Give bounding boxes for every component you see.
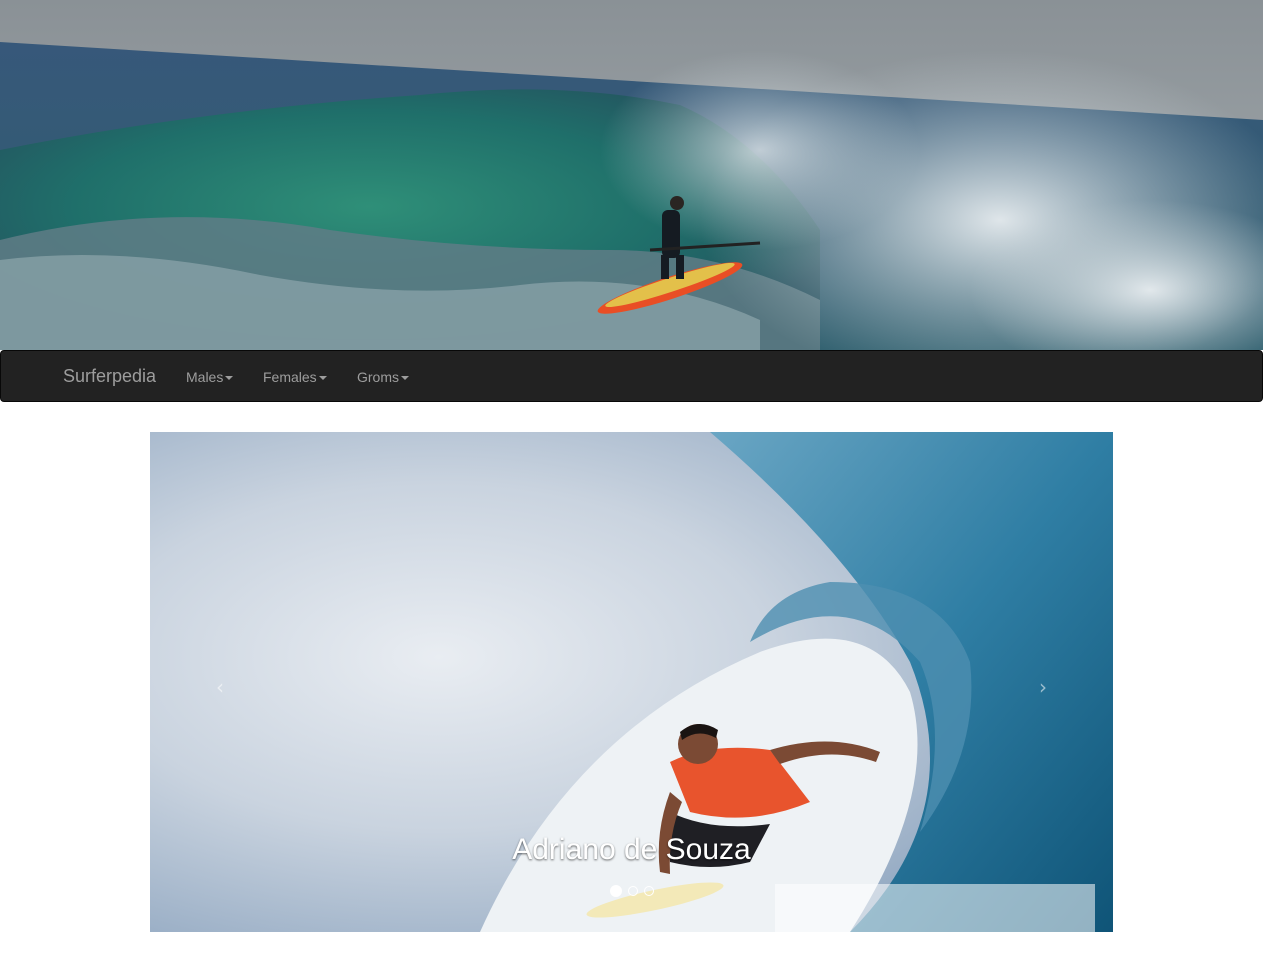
carousel-indicator-2[interactable]	[627, 886, 638, 896]
wave-photo	[0, 0, 1263, 350]
caret-down-icon	[401, 376, 409, 381]
caret-down-icon	[225, 376, 234, 381]
nav-item-label: Males	[186, 369, 224, 385]
top-navbar: Surferpedia Males Females Groms	[0, 350, 1263, 402]
nav-dropdown-females[interactable]: Females	[263, 368, 327, 386]
carousel-indicators	[150, 885, 1113, 897]
carousel-caption: Adriano de Souza	[512, 833, 751, 866]
carousel-indicator-3[interactable]	[643, 886, 654, 896]
header-banner-image	[0, 0, 1263, 350]
chevron-right-icon: ›	[1039, 675, 1047, 699]
chevron-left-icon: ‹	[216, 675, 224, 699]
nav-item-label: Females	[263, 369, 317, 385]
surfer-carousel: ‹ › Adriano de Souza	[150, 432, 1113, 932]
nav-dropdown-groms[interactable]: Groms	[357, 368, 409, 386]
nav-item-label: Groms	[357, 369, 399, 385]
nav-dropdown-males[interactable]: Males	[186, 368, 234, 386]
caret-down-icon	[318, 376, 327, 381]
brand-link[interactable]: Surferpedia	[63, 366, 156, 386]
carousel-indicator-1[interactable]	[609, 885, 622, 897]
